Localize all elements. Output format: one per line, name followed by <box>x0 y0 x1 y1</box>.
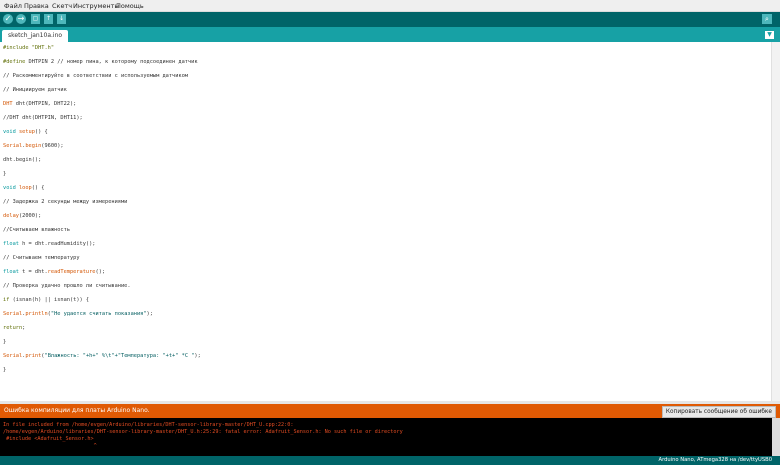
copy-error-button[interactable]: Копировать сообщение об ошибке <box>661 406 776 418</box>
code-line: Serial.begin(9600); <box>3 143 64 149</box>
menu-bar: Файл Правка Скетч Инструменты Помощь <box>0 0 780 12</box>
code-token: // Считываем температуру <box>3 255 80 261</box>
code-token: return <box>3 325 23 331</box>
menu-tools[interactable]: Инструменты <box>73 2 120 10</box>
board-status: Arduino Nano, ATmega328 на /dev/ttyUSB0 <box>658 457 772 463</box>
code-token: readTemperature <box>47 269 96 275</box>
tab-menu-icon[interactable]: ▼ <box>765 31 774 39</box>
code-token: (isnan(h) || isnan(t)) { <box>9 297 90 303</box>
code-token: h = dht.readHumidity(); <box>18 241 96 247</box>
code-line: delay(2000); <box>3 213 41 219</box>
error-title: Ошибка компиляции для платы Arduino Nano… <box>4 407 150 414</box>
code-line: Serial.print("Влажность: "+h+" %\t"+"Тем… <box>3 353 201 359</box>
code-line: // Инициируем датчик <box>3 87 67 93</box>
code-line: // Проверка удачно прошло ли считывание. <box>3 283 131 289</box>
code-token: (2000); <box>18 213 42 219</box>
code-token: ); <box>146 311 153 317</box>
serial-monitor-icon[interactable]: ⌕ <box>762 14 772 24</box>
code-token: } <box>3 339 7 345</box>
code-token: #include "DHT.h" <box>3 45 55 51</box>
code-line: #include "DHT.h" <box>3 45 54 51</box>
code-line: //DHT dht(DHTPIN, DHT11); <box>3 115 83 121</box>
code-token: "Влажность: "+h+" %\t"+"Температура: "+t… <box>44 353 195 359</box>
status-bar: Arduino Nano, ATmega328 на /dev/ttyUSB0 <box>0 456 780 465</box>
code-token: println <box>25 311 48 317</box>
code-line: return; <box>3 325 25 331</box>
code-token: "Не удается считать показания" <box>50 311 147 317</box>
console-line: ^ <box>3 443 97 449</box>
code-token: begin <box>25 143 42 149</box>
code-token: () { <box>34 129 48 135</box>
code-token: } <box>3 171 7 177</box>
code-line: float t = dht.readTemperature(); <box>3 269 105 275</box>
new-file-icon[interactable]: ▢ <box>31 14 40 24</box>
code-token: Serial <box>3 353 23 359</box>
tab-sketch[interactable]: sketch_jan10a.ino <box>2 30 69 42</box>
code-token: // Задержка 2 секунды между измерениями <box>3 199 128 205</box>
code-token: (); <box>95 269 106 275</box>
menu-edit[interactable]: Правка <box>24 2 49 10</box>
code-token: #define <box>3 59 29 65</box>
code-token: print <box>25 353 42 359</box>
code-token: ; <box>22 325 26 331</box>
code-token: // Раскомментируйте в соответствии с исп… <box>3 73 188 79</box>
code-token: dht(DHTPIN, DHT22); <box>12 101 77 107</box>
console-line: #include <Adafruit_Sensor.h> <box>3 436 94 442</box>
code-token: DHTPIN 2 // номер пина, к которому подсо… <box>28 59 198 65</box>
code-line: float h = dht.readHumidity(); <box>3 241 96 247</box>
code-token: } <box>3 367 7 373</box>
code-token: dht.begin(); <box>3 157 42 163</box>
upload-icon[interactable]: → <box>16 14 26 24</box>
code-line: dht.begin(); <box>3 157 41 163</box>
code-line: void setup() { <box>3 129 48 135</box>
code-token: setup <box>18 129 35 135</box>
code-token: Serial <box>3 311 23 317</box>
menu-help[interactable]: Помощь <box>116 2 144 10</box>
code-token: () { <box>31 185 45 191</box>
code-line: } <box>3 339 6 345</box>
code-token: // Проверка удачно прошло ли считывание. <box>3 283 131 289</box>
code-line: } <box>3 367 6 373</box>
code-token: // Инициируем датчик <box>3 87 67 93</box>
code-line: if (isnan(h) || isnan(t)) { <box>3 297 89 303</box>
save-file-icon[interactable]: ↓ <box>57 14 66 24</box>
toolbar: ✓ → ▢ ↑ ↓ ⌕ <box>0 12 780 27</box>
code-token: //DHT dht(DHTPIN, DHT11); <box>3 115 83 121</box>
code-token: (9600); <box>41 143 64 149</box>
code-token: float <box>3 269 19 275</box>
tab-bar: sketch_jan10a.ino ▼ <box>0 27 780 42</box>
code-line: //Считываем влажность <box>3 227 70 233</box>
code-token: //Считываем влажность <box>3 227 70 233</box>
code-editor[interactable]: #include "DHT.h" #define DHTPIN 2 // номе… <box>0 42 772 401</box>
code-token: float <box>3 241 19 247</box>
console-scrollbar[interactable] <box>772 418 780 456</box>
code-token: delay <box>3 213 19 219</box>
code-line: #define DHTPIN 2 // номер пина, к которо… <box>3 59 198 65</box>
code-token: Serial <box>3 143 23 149</box>
code-token: t = dht. <box>18 269 48 275</box>
open-file-icon[interactable]: ↑ <box>44 14 53 24</box>
editor-scrollbar[interactable] <box>771 42 780 401</box>
console-line: /home/evgen/Arduino/libraries/DHT-sensor… <box>3 429 403 435</box>
code-token: ); <box>194 353 201 359</box>
code-line: // Считываем температуру <box>3 255 80 261</box>
console-line: In file included from /home/evgen/Arduin… <box>3 422 294 428</box>
code-token: void <box>3 185 16 191</box>
code-token: DHT <box>3 101 13 107</box>
code-line: DHT dht(DHTPIN, DHT22); <box>3 101 76 107</box>
code-line: } <box>3 171 6 177</box>
error-bar: Ошибка компиляции для платы Arduino Nano… <box>0 404 780 418</box>
code-line: Serial.println("Не удается считать показ… <box>3 311 153 317</box>
menu-file[interactable]: Файл <box>4 2 22 10</box>
code-line: void loop() { <box>3 185 45 191</box>
code-line: // Раскомментируйте в соответствии с исп… <box>3 73 188 79</box>
code-token: loop <box>18 185 32 191</box>
code-line: // Задержка 2 секунды между измерениями <box>3 199 127 205</box>
menu-sketch[interactable]: Скетч <box>52 2 72 10</box>
code-token: void <box>3 129 16 135</box>
verify-icon[interactable]: ✓ <box>3 14 13 24</box>
console-output: In file included from /home/evgen/Arduin… <box>0 418 772 456</box>
